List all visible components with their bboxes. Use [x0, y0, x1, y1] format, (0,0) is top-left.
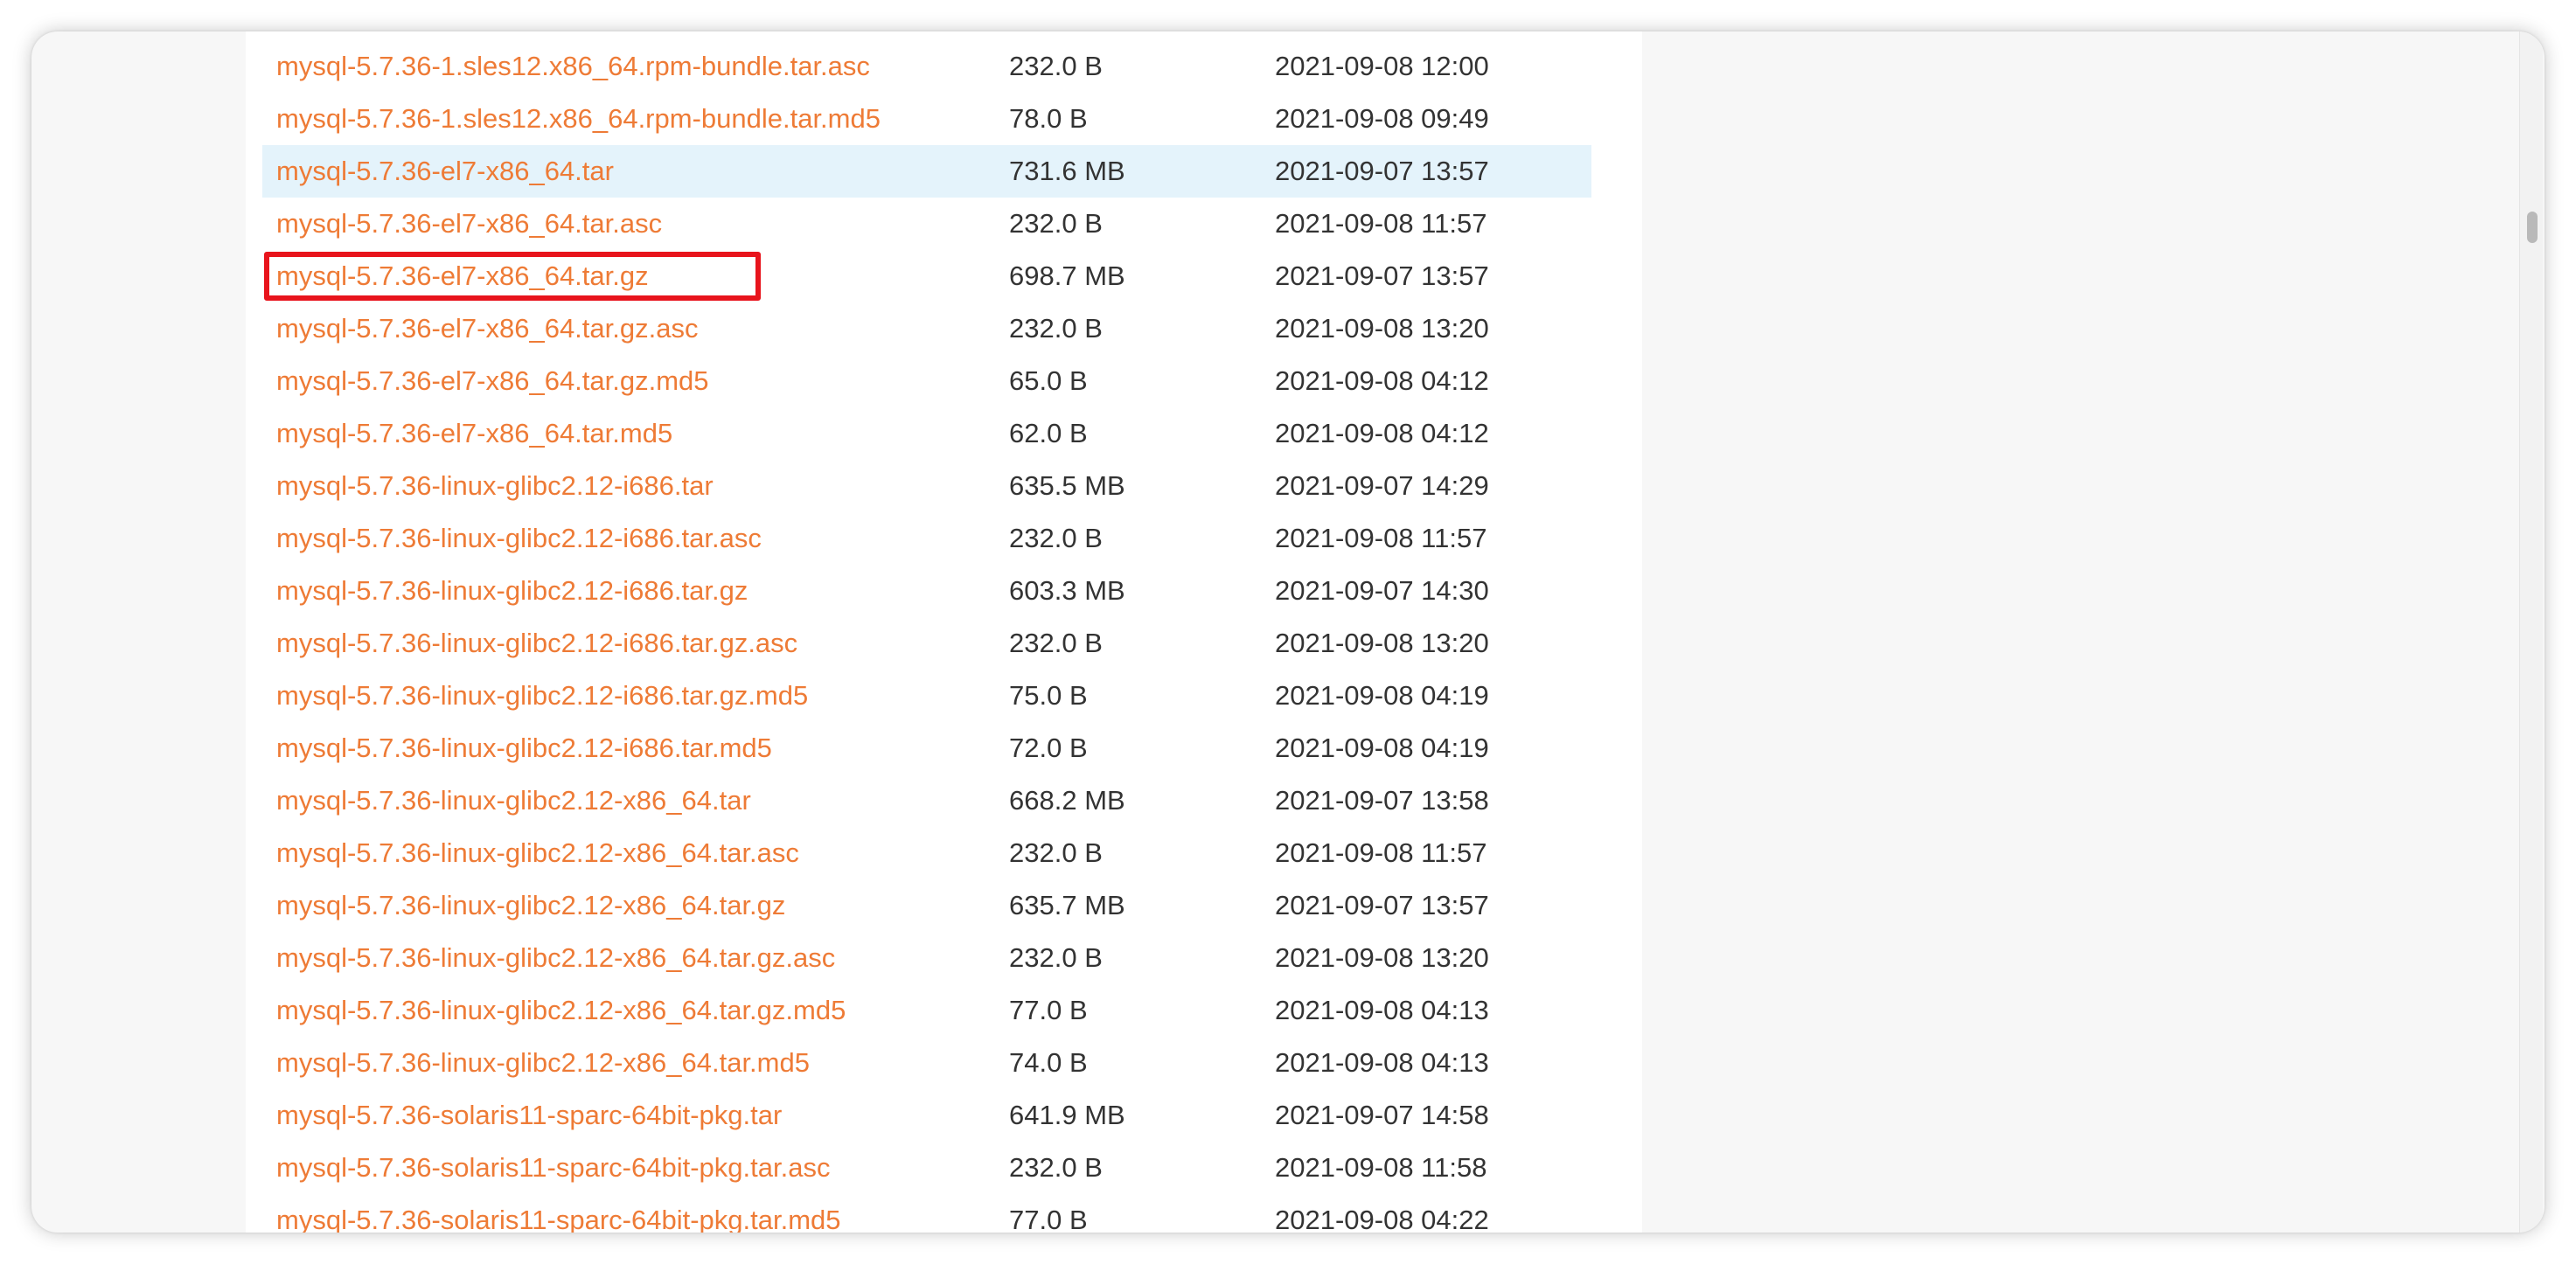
file-size: 77.0 B [1009, 1205, 1088, 1233]
table-row: mysql-5.7.36-linux-glibc2.12-x86_64.tar.… [262, 932, 1591, 984]
file-size: 232.0 B [1009, 837, 1103, 868]
file-date: 2021-09-08 11:57 [1275, 523, 1487, 553]
file-link[interactable]: mysql-5.7.36-1.sles12.x86_64.rpm-bundle.… [276, 93, 881, 145]
file-size: 232.0 B [1009, 628, 1103, 658]
file-link[interactable]: mysql-5.7.36-solaris11-sparc-64bit-pkg.t… [276, 1089, 782, 1142]
file-size: 635.7 MB [1009, 890, 1125, 920]
file-date: 2021-09-08 13:20 [1275, 628, 1489, 658]
file-link[interactable]: mysql-5.7.36-linux-glibc2.12-x86_64.tar.… [276, 879, 785, 932]
table-row: mysql-5.7.36-solaris11-sparc-64bit-pkg.t… [262, 1142, 1591, 1194]
file-size: 232.0 B [1009, 1152, 1103, 1183]
file-date: 2021-09-07 13:58 [1275, 785, 1489, 816]
file-size: 232.0 B [1009, 313, 1103, 344]
file-size: 641.9 MB [1009, 1100, 1125, 1130]
file-link[interactable]: mysql-5.7.36-linux-glibc2.12-x86_64.tar [276, 774, 751, 827]
file-date: 2021-09-08 12:00 [1275, 51, 1489, 81]
table-row: mysql-5.7.36-linux-glibc2.12-i686.tar.gz… [262, 670, 1591, 722]
table-row: mysql-5.7.36-linux-glibc2.12-i686.tar 63… [262, 460, 1591, 512]
browser-window: mysql-5.7.36-1.sles12.x86_64.rpm-bundle.… [31, 31, 2545, 1233]
file-link[interactable]: mysql-5.7.36-linux-glibc2.12-x86_64.tar.… [276, 827, 799, 879]
table-row: mysql-5.7.36-linux-glibc2.12-x86_64.tar.… [262, 879, 1591, 932]
file-date: 2021-09-08 04:19 [1275, 733, 1489, 763]
file-date: 2021-09-07 14:29 [1275, 470, 1489, 501]
file-link[interactable]: mysql-5.7.36-linux-glibc2.12-i686.tar [276, 460, 714, 512]
file-link[interactable]: mysql-5.7.36-solaris11-sparc-64bit-pkg.t… [276, 1194, 841, 1233]
file-size: 698.7 MB [1009, 260, 1125, 291]
file-size: 78.0 B [1009, 103, 1088, 134]
file-date: 2021-09-08 04:13 [1275, 1047, 1489, 1078]
table-row: mysql-5.7.36-linux-glibc2.12-i686.tar.md… [262, 722, 1591, 774]
file-size: 77.0 B [1009, 995, 1088, 1025]
file-size: 232.0 B [1009, 942, 1103, 973]
file-date: 2021-09-08 11:58 [1275, 1152, 1487, 1183]
table-row: mysql-5.7.36-el7-x86_64.tar.gz.asc 232.0… [262, 302, 1591, 355]
file-link[interactable]: mysql-5.7.36-el7-x86_64.tar.md5 [276, 407, 672, 460]
table-row-hovered: mysql-5.7.36-el7-x86_64.tar 731.6 MB 202… [262, 145, 1591, 198]
file-size: 232.0 B [1009, 51, 1103, 81]
table-row: mysql-5.7.36-el7-x86_64.tar.gz.md5 65.0 … [262, 355, 1591, 407]
table-row: mysql-5.7.36-el7-x86_64.tar.md5 62.0 B 2… [262, 407, 1591, 460]
file-link[interactable]: mysql-5.7.36-linux-glibc2.12-i686.tar.gz… [276, 617, 797, 670]
file-link[interactable]: mysql-5.7.36-linux-glibc2.12-i686.tar.gz [276, 565, 748, 617]
file-link[interactable]: mysql-5.7.36-el7-x86_64.tar [276, 145, 614, 198]
table-row-highlighted: mysql-5.7.36-el7-x86_64.tar.gz 698.7 MB … [262, 250, 1591, 302]
table-row: mysql-5.7.36-solaris11-sparc-64bit-pkg.t… [262, 1089, 1591, 1142]
file-link[interactable]: mysql-5.7.36-linux-glibc2.12-x86_64.tar.… [276, 1037, 810, 1089]
file-link[interactable]: mysql-5.7.36-linux-glibc2.12-x86_64.tar.… [276, 932, 835, 984]
file-link[interactable]: mysql-5.7.36-el7-x86_64.tar.gz.asc [276, 302, 698, 355]
file-link[interactable]: mysql-5.7.36-el7-x86_64.tar.gz [276, 250, 649, 302]
table-row: mysql-5.7.36-el7-x86_64.tar.asc 232.0 B … [262, 198, 1591, 250]
file-link[interactable]: mysql-5.7.36-linux-glibc2.12-i686.tar.as… [276, 512, 762, 565]
file-listing: mysql-5.7.36-1.sles12.x86_64.rpm-bundle.… [262, 40, 1591, 1233]
table-row: mysql-5.7.36-linux-glibc2.12-x86_64.tar.… [262, 984, 1591, 1037]
file-date: 2021-09-07 13:57 [1275, 890, 1489, 920]
scrollbar-thumb[interactable] [2527, 212, 2538, 243]
file-date: 2021-09-08 13:20 [1275, 942, 1489, 973]
file-date: 2021-09-08 04:12 [1275, 418, 1489, 448]
file-size: 668.2 MB [1009, 785, 1125, 816]
file-size: 603.3 MB [1009, 575, 1125, 606]
file-link[interactable]: mysql-5.7.36-linux-glibc2.12-i686.tar.gz… [276, 670, 808, 722]
file-size: 74.0 B [1009, 1047, 1088, 1078]
file-size: 72.0 B [1009, 733, 1088, 763]
file-date: 2021-09-08 11:57 [1275, 208, 1487, 239]
file-size: 731.6 MB [1009, 156, 1125, 186]
file-date: 2021-09-07 13:57 [1275, 156, 1489, 186]
file-date: 2021-09-07 14:58 [1275, 1100, 1489, 1130]
file-date: 2021-09-07 14:30 [1275, 575, 1489, 606]
table-row: mysql-5.7.36-solaris11-sparc-64bit-pkg.t… [262, 1194, 1591, 1233]
file-size: 635.5 MB [1009, 470, 1125, 501]
file-date: 2021-09-08 04:19 [1275, 680, 1489, 711]
file-size: 65.0 B [1009, 365, 1088, 396]
file-date: 2021-09-07 13:57 [1275, 260, 1489, 291]
table-row: mysql-5.7.36-linux-glibc2.12-i686.tar.gz… [262, 565, 1591, 617]
file-link[interactable]: mysql-5.7.36-el7-x86_64.tar.gz.md5 [276, 355, 709, 407]
file-link[interactable]: mysql-5.7.36-el7-x86_64.tar.asc [276, 198, 662, 250]
table-row: mysql-5.7.36-linux-glibc2.12-i686.tar.as… [262, 512, 1591, 565]
table-row: mysql-5.7.36-1.sles12.x86_64.rpm-bundle.… [262, 40, 1591, 93]
file-size: 232.0 B [1009, 523, 1103, 553]
file-size: 232.0 B [1009, 208, 1103, 239]
vertical-scrollbar[interactable] [2519, 31, 2543, 1233]
table-row: mysql-5.7.36-1.sles12.x86_64.rpm-bundle.… [262, 93, 1591, 145]
file-date: 2021-09-08 04:13 [1275, 995, 1489, 1025]
file-link[interactable]: mysql-5.7.36-linux-glibc2.12-i686.tar.md… [276, 722, 772, 774]
file-link[interactable]: mysql-5.7.36-linux-glibc2.12-x86_64.tar.… [276, 984, 846, 1037]
table-row: mysql-5.7.36-linux-glibc2.12-x86_64.tar.… [262, 827, 1591, 879]
file-size: 75.0 B [1009, 680, 1088, 711]
table-row: mysql-5.7.36-linux-glibc2.12-x86_64.tar … [262, 774, 1591, 827]
file-size: 62.0 B [1009, 418, 1088, 448]
file-date: 2021-09-08 11:57 [1275, 837, 1487, 868]
file-date: 2021-09-08 04:22 [1275, 1205, 1489, 1233]
file-date: 2021-09-08 04:12 [1275, 365, 1489, 396]
file-date: 2021-09-08 13:20 [1275, 313, 1489, 344]
file-link[interactable]: mysql-5.7.36-solaris11-sparc-64bit-pkg.t… [276, 1142, 830, 1194]
table-row: mysql-5.7.36-linux-glibc2.12-x86_64.tar.… [262, 1037, 1591, 1089]
file-link[interactable]: mysql-5.7.36-1.sles12.x86_64.rpm-bundle.… [276, 40, 870, 93]
file-date: 2021-09-08 09:49 [1275, 103, 1489, 134]
table-row: mysql-5.7.36-linux-glibc2.12-i686.tar.gz… [262, 617, 1591, 670]
